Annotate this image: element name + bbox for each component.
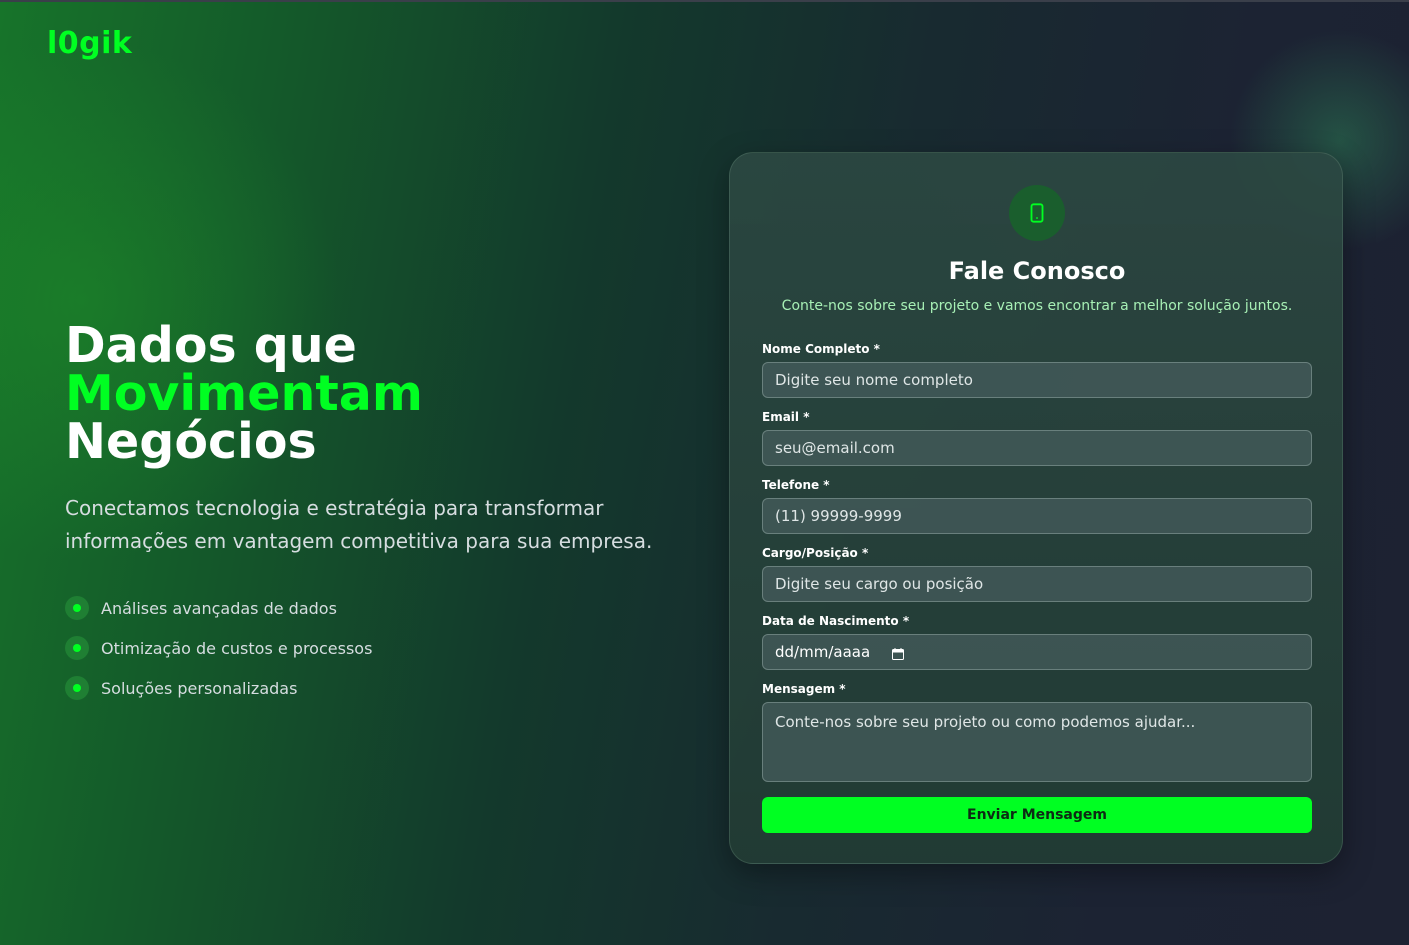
smartphone-icon — [1009, 185, 1065, 241]
calendar-icon[interactable] — [892, 646, 905, 660]
hero-title-line3: Negócios — [65, 413, 317, 470]
submit-button[interactable]: Enviar Mensagem — [762, 797, 1312, 833]
email-input[interactable]: seu@email.com — [762, 430, 1312, 466]
message-label: Mensagem * — [762, 682, 846, 696]
feature-item: Otimização de custos e processos — [65, 628, 665, 668]
name-label: Nome Completo * — [762, 342, 880, 356]
feature-item: Soluções personalizadas — [65, 668, 665, 708]
form-title: Fale Conosco — [948, 257, 1126, 285]
name-input[interactable]: Digite seu nome completo — [762, 362, 1312, 398]
green-dot-icon — [65, 676, 89, 700]
feature-list: Análises avançadas de dados Otimização d… — [65, 588, 665, 708]
role-field-group: Cargo/Posição * Digite seu cargo ou posi… — [762, 546, 1312, 602]
birthdate-label: Data de Nascimento * — [762, 614, 910, 628]
email-label: Email * — [762, 410, 810, 424]
green-dot-icon — [65, 596, 89, 620]
feature-item: Análises avançadas de dados — [65, 588, 665, 628]
name-field-group: Nome Completo * Digite seu nome completo — [762, 342, 1312, 398]
form-subtitle: Conte-nos sobre seu projeto e vamos enco… — [781, 298, 1293, 314]
green-dot-icon — [65, 636, 89, 660]
birthdate-input[interactable]: dd/mm/aaaa — [762, 634, 1312, 670]
hero-title-accent: Movimentam — [65, 365, 423, 422]
hero-section: Dados que Movimentam Negócios Conectamos… — [65, 317, 665, 708]
feature-label: Otimização de custos e processos — [101, 638, 373, 658]
message-field-group: Mensagem * Conte-nos sobre seu projeto o… — [762, 682, 1312, 782]
hero-title-line1: Dados que — [65, 317, 357, 374]
brand-logo[interactable]: l0gik — [47, 26, 132, 61]
hero-title: Dados que Movimentam Negócios — [65, 317, 665, 470]
phone-input[interactable]: (11) 99999-9999 — [762, 498, 1312, 534]
contact-form-card: Fale Conosco Conte-nos sobre seu projeto… — [729, 152, 1343, 864]
birthdate-field-group: Data de Nascimento * dd/mm/aaaa — [762, 614, 1312, 670]
email-field-group: Email * seu@email.com — [762, 410, 1312, 466]
feature-label: Análises avançadas de dados — [101, 598, 337, 618]
phone-field-group: Telefone * (11) 99999-9999 — [762, 478, 1312, 534]
role-label: Cargo/Posição * — [762, 546, 869, 560]
message-textarea[interactable]: Conte-nos sobre seu projeto ou como pode… — [762, 702, 1312, 782]
phone-label: Telefone * — [762, 478, 830, 492]
birthdate-value: dd/mm/aaaa — [775, 643, 871, 661]
feature-label: Soluções personalizadas — [101, 678, 298, 698]
role-input[interactable]: Digite seu cargo ou posição — [762, 566, 1312, 602]
top-border — [0, 0, 1409, 2]
hero-description: Conectamos tecnologia e estratégia para … — [65, 496, 653, 553]
